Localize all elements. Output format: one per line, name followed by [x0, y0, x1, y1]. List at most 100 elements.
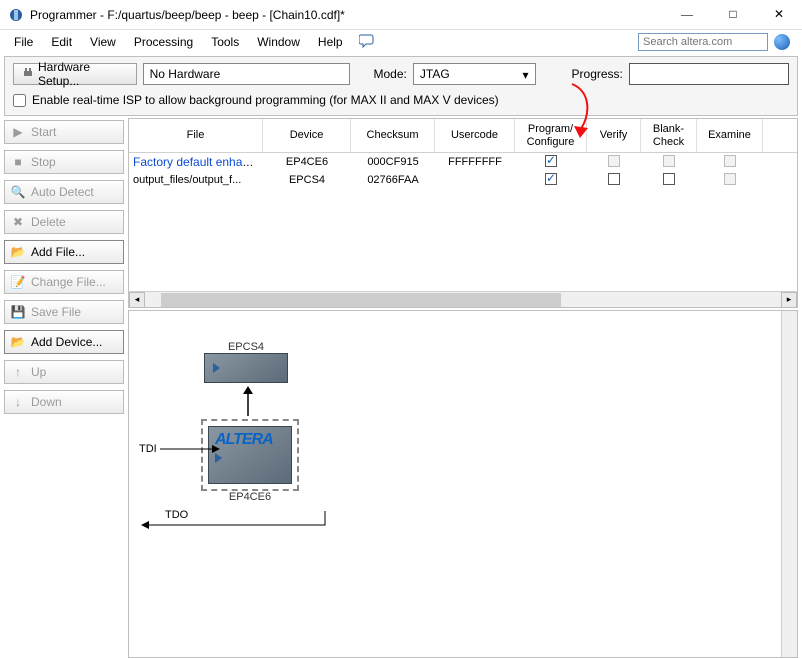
- cell-examine: [697, 155, 763, 170]
- checkbox-icon: [608, 155, 620, 167]
- menu-tools[interactable]: Tools: [203, 32, 247, 52]
- auto-detect-button[interactable]: 🔍Auto Detect: [4, 180, 124, 204]
- vertical-scrollbar[interactable]: [781, 311, 797, 657]
- menu-view[interactable]: View: [82, 32, 124, 52]
- up-button[interactable]: ↑Up: [4, 360, 124, 384]
- checkbox-icon: [724, 155, 736, 167]
- down-button[interactable]: ↓Down: [4, 390, 124, 414]
- grid-header: File Device Checksum Usercode Program/ C…: [129, 119, 797, 153]
- right-pane: File Device Checksum Usercode Program/ C…: [128, 118, 798, 658]
- annotation-arrow-icon: [562, 82, 602, 142]
- menu-window[interactable]: Window: [249, 32, 308, 52]
- cell-device: EPCS4: [263, 174, 351, 186]
- col-blank[interactable]: Blank- Check: [641, 119, 697, 152]
- folder-icon: 📂: [11, 245, 25, 259]
- checkbox-icon: [724, 173, 736, 185]
- mode-value: JTAG: [420, 67, 450, 81]
- titlebar: Programmer - F:/quartus/beep/beep - beep…: [0, 0, 802, 30]
- change-icon: 📝: [11, 275, 25, 289]
- cell-blank: [641, 173, 697, 188]
- scroll-thumb[interactable]: [161, 293, 561, 307]
- sidebar: ▶Start ■Stop 🔍Auto Detect ✖Delete 📂Add F…: [4, 118, 124, 658]
- add-device-button[interactable]: 📂Add Device...: [4, 330, 124, 354]
- maximize-button[interactable]: □: [710, 0, 756, 30]
- horizontal-scrollbar[interactable]: ◂ ▸: [129, 291, 797, 307]
- play-icon: ▶: [11, 125, 25, 139]
- add-file-button[interactable]: 📂Add File...: [4, 240, 124, 264]
- tdo-wire: TDO: [137, 511, 327, 536]
- globe-icon[interactable]: [774, 34, 790, 50]
- checkbox-icon[interactable]: [545, 173, 557, 185]
- app-icon: [8, 7, 24, 23]
- tdo-label: TDO: [165, 509, 188, 521]
- realtime-isp-checkbox[interactable]: [13, 94, 26, 107]
- delete-button[interactable]: ✖Delete: [4, 210, 124, 234]
- chevron-down-icon: ▾: [522, 68, 528, 82]
- tdi-wire: TDI: [139, 441, 220, 455]
- table-row[interactable]: output_files/output_f...EPCS402766FAA: [129, 171, 797, 189]
- cell-examine: [697, 173, 763, 188]
- col-device[interactable]: Device: [263, 119, 351, 152]
- progress-bar: [629, 63, 789, 85]
- checkbox-icon: [663, 155, 675, 167]
- main-area: ▶Start ■Stop 🔍Auto Detect ✖Delete 📂Add F…: [4, 118, 798, 658]
- menu-help[interactable]: Help: [310, 32, 351, 52]
- grid-body: Factory default enhanced...EP4CE6000CF91…: [129, 153, 797, 189]
- stop-icon: ■: [11, 155, 25, 169]
- device-icon: 📂: [11, 335, 25, 349]
- cell-checksum: 000CF915: [351, 156, 435, 168]
- checkbox-icon[interactable]: [608, 173, 620, 185]
- cell-usercode: FFFFFFFF: [435, 156, 515, 168]
- menu-processing[interactable]: Processing: [126, 32, 201, 52]
- ep4ce6-label: EP4CE6: [201, 491, 299, 503]
- epcs4-chip[interactable]: EPCS4: [204, 341, 288, 383]
- hardware-setup-button[interactable]: Hardware Setup...: [13, 63, 137, 85]
- col-usercode[interactable]: Usercode: [435, 119, 515, 152]
- col-examine[interactable]: Examine: [697, 119, 763, 152]
- chain-diagram: EPCS4 ALTERA EP4CE6: [128, 310, 798, 658]
- cell-file: output_files/output_f...: [129, 174, 263, 186]
- table-row[interactable]: Factory default enhanced...EP4CE6000CF91…: [129, 153, 797, 171]
- detect-icon: 🔍: [11, 185, 25, 199]
- toolbar: Hardware Setup... No Hardware Mode: JTAG…: [4, 56, 798, 116]
- search-input[interactable]: [638, 33, 768, 51]
- cell-program: [515, 155, 587, 170]
- menu-file[interactable]: File: [6, 32, 41, 52]
- checkbox-icon[interactable]: [545, 155, 557, 167]
- stop-button[interactable]: ■Stop: [4, 150, 124, 174]
- hardware-value: No Hardware: [143, 63, 350, 85]
- plug-icon: [22, 67, 34, 82]
- close-button[interactable]: ✕: [756, 0, 802, 30]
- cell-file: Factory default enhanced...: [129, 155, 263, 169]
- scroll-right-icon[interactable]: ▸: [781, 292, 797, 308]
- epcs4-label: EPCS4: [204, 341, 288, 353]
- checkbox-icon[interactable]: [663, 173, 675, 185]
- progress-label: Progress:: [572, 67, 623, 81]
- cell-program: [515, 173, 587, 188]
- down-icon: ↓: [11, 395, 25, 409]
- ep4ce6-chip[interactable]: ALTERA EP4CE6: [201, 419, 299, 503]
- mode-label: Mode:: [374, 67, 407, 81]
- menubar: File Edit View Processing Tools Window H…: [0, 30, 802, 54]
- realtime-isp-label: Enable real-time ISP to allow background…: [32, 93, 499, 107]
- cell-blank: [641, 155, 697, 170]
- help-balloon-icon[interactable]: [359, 34, 375, 51]
- play-icon: [213, 363, 220, 373]
- cell-verify: [587, 173, 641, 188]
- minimize-button[interactable]: —: [664, 0, 710, 30]
- window-title: Programmer - F:/quartus/beep/beep - beep…: [30, 8, 664, 22]
- start-button[interactable]: ▶Start: [4, 120, 124, 144]
- change-file-button[interactable]: 📝Change File...: [4, 270, 124, 294]
- save-file-button[interactable]: 💾Save File: [4, 300, 124, 324]
- col-checksum[interactable]: Checksum: [351, 119, 435, 152]
- hardware-setup-label: Hardware Setup...: [38, 60, 128, 88]
- up-icon: ↑: [11, 365, 25, 379]
- menu-edit[interactable]: Edit: [43, 32, 80, 52]
- col-file[interactable]: File: [129, 119, 263, 152]
- mode-dropdown[interactable]: JTAG ▾: [413, 63, 536, 85]
- save-icon: 💾: [11, 305, 25, 319]
- scroll-left-icon[interactable]: ◂: [129, 292, 145, 308]
- cell-checksum: 02766FAA: [351, 174, 435, 186]
- altera-logo: ALTERA: [215, 431, 285, 449]
- tdi-label: TDI: [139, 443, 157, 455]
